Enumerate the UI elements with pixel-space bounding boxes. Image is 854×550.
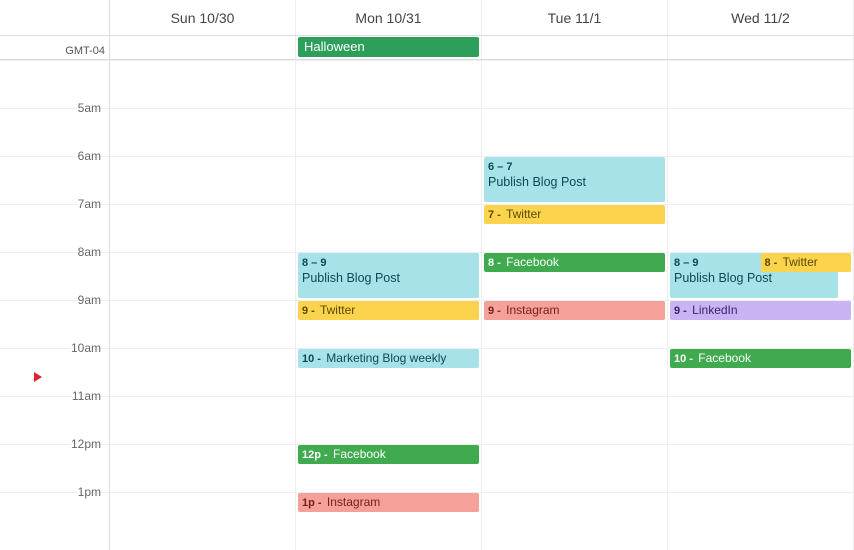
allday-event-halloween[interactable]: Halloween [298, 37, 479, 57]
event-title: Marketing Blog weekly [323, 351, 446, 365]
hour-label: 6am [78, 149, 101, 163]
event-title: Instagram [324, 495, 381, 509]
calendar-event[interactable]: 9 - Twitter [298, 301, 479, 320]
hour-label: 1pm [78, 485, 101, 499]
calendar-event[interactable]: 12p - Facebook [298, 445, 479, 464]
event-title: Facebook [330, 447, 386, 461]
calendar-body: 5am 6am 7am 8am 9am 10am 11am 12pm 1pm 8 – 9 Publ… [0, 60, 854, 550]
hour-label: 11am [72, 389, 101, 403]
calendar-event[interactable]: 9 - Instagram [484, 301, 665, 320]
event-time-label: 8 – 9 [302, 257, 326, 269]
allday-cell-mon[interactable]: Halloween [296, 36, 482, 59]
event-title: Publish Blog Post [302, 271, 475, 286]
calendar-event[interactable]: 7 - Twitter [484, 205, 665, 224]
hour-label: 9am [78, 293, 101, 307]
day-header-row: Sun 10/30 Mon 10/31 Tue 11/1 Wed 11/2 [0, 0, 854, 36]
calendar-event[interactable]: 10 - Marketing Blog weekly [298, 349, 479, 368]
day-column-tue[interactable]: 6 – 7 Publish Blog Post 7 - Twitter 8 - Fac… [482, 60, 668, 550]
day-column-wed[interactable]: 8 – 9Publish Blog Post8 - Twitter9 - Lin… [668, 60, 854, 550]
allday-cell-sun[interactable] [110, 36, 296, 59]
day-column-sun[interactable] [110, 60, 296, 550]
now-indicator-icon [34, 372, 42, 382]
hour-label: 8am [78, 245, 101, 259]
event-time-label: 1p - [302, 497, 322, 509]
day-columns: 8 – 9 Publish Blog Post 9 - Twitter 10 - Ma… [110, 60, 854, 550]
allday-cell-wed[interactable] [668, 36, 854, 59]
day-header-mon[interactable]: Mon 10/31 [296, 0, 482, 35]
timezone-label: GMT-04 [0, 36, 110, 59]
day-header-tue[interactable]: Tue 11/1 [482, 0, 668, 35]
event-title: Facebook [695, 351, 751, 365]
hour-label: 10am [71, 341, 101, 355]
event-title: Twitter [779, 255, 817, 269]
allday-row: GMT-04 Halloween [0, 36, 854, 60]
event-time-label: 6 – 7 [488, 161, 512, 173]
event-title: Publish Blog Post [674, 271, 834, 286]
hour-label: 12pm [71, 437, 101, 451]
event-time-label: 7 - [488, 209, 501, 221]
event-title: Twitter [503, 207, 541, 221]
event-time-label: 8 - [488, 257, 501, 269]
event-title: Facebook [503, 255, 559, 269]
time-gutter: 5am 6am 7am 8am 9am 10am 11am 12pm 1pm [0, 60, 110, 550]
event-title: LinkedIn [689, 303, 738, 317]
day-header-sun[interactable]: Sun 10/30 [110, 0, 296, 35]
event-title: Publish Blog Post [488, 175, 661, 190]
calendar-event[interactable]: 10 - Facebook [670, 349, 851, 368]
event-time-label: 9 - [488, 305, 501, 317]
event-time-label: 10 - [674, 353, 693, 365]
calendar-event[interactable]: 1p - Instagram [298, 493, 479, 512]
event-time-label: 8 – 9 [674, 257, 698, 269]
calendar-event[interactable]: 8 – 9 Publish Blog Post [298, 253, 479, 298]
event-title: Twitter [317, 303, 355, 317]
hour-label: 7am [78, 197, 101, 211]
event-title: Instagram [503, 303, 560, 317]
header-gutter [0, 0, 110, 35]
calendar-week-view: Sun 10/30 Mon 10/31 Tue 11/1 Wed 11/2 GM… [0, 0, 854, 550]
calendar-event[interactable]: 8 - Twitter [761, 253, 852, 272]
event-time-label: 12p - [302, 449, 328, 461]
day-column-mon[interactable]: 8 – 9 Publish Blog Post 9 - Twitter 10 - Ma… [296, 60, 482, 550]
event-time-label: 9 - [302, 305, 315, 317]
calendar-event[interactable]: 6 – 7 Publish Blog Post [484, 157, 665, 202]
event-time-label: 9 - [674, 305, 687, 317]
day-header-wed[interactable]: Wed 11/2 [668, 0, 854, 35]
calendar-event[interactable]: 9 - LinkedIn [670, 301, 851, 320]
calendar-event[interactable]: 8 - Facebook [484, 253, 665, 272]
hour-label: 5am [78, 101, 101, 115]
event-time-label: 8 - [765, 257, 778, 269]
event-time-label: 10 - [302, 353, 321, 365]
allday-cell-tue[interactable] [482, 36, 668, 59]
